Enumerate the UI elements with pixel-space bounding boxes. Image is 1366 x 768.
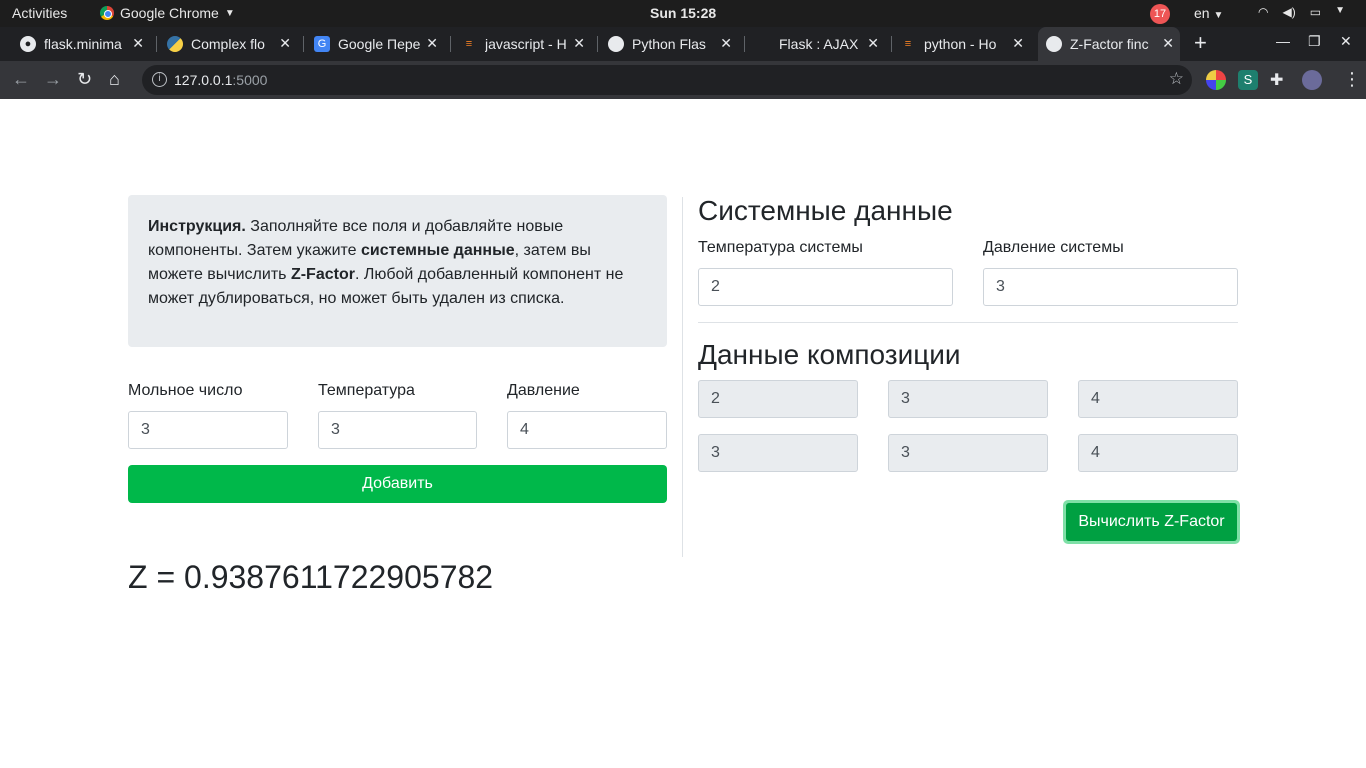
molar-input[interactable]: 3 bbox=[128, 411, 288, 449]
url-host: 127.0.0.1 bbox=[174, 72, 233, 88]
molar-label: Мольное число bbox=[128, 382, 243, 399]
clock[interactable]: Sun 15:28 bbox=[650, 5, 716, 21]
address-bar[interactable]: i 127.0.0.1:5000 ☆ bbox=[142, 65, 1192, 95]
composition-cell: 3 bbox=[888, 434, 1048, 472]
tab-strip: ● flask.minima ✕ Complex flo ✕ G Google … bbox=[0, 27, 1366, 61]
pressure-label: Давление bbox=[507, 382, 580, 399]
tab-python-flask[interactable]: Python Flas ✕ bbox=[608, 27, 738, 61]
composition-heading: Данные композиции bbox=[698, 339, 961, 370]
tab-python-how[interactable]: ≡ python - Ho ✕ bbox=[900, 27, 1030, 61]
notification-badge[interactable]: 17 bbox=[1150, 4, 1170, 24]
reload-icon[interactable]: ↻ bbox=[77, 69, 92, 90]
new-tab-icon[interactable]: + bbox=[1194, 30, 1207, 56]
temperature-label: Температура bbox=[318, 382, 415, 399]
system-temperature-label: Температура системы bbox=[698, 239, 863, 256]
instruction-lead: Инструкция. bbox=[148, 218, 246, 235]
tab-javascript[interactable]: ≡ javascript - H ✕ bbox=[461, 27, 591, 61]
tab-title: flask.minima bbox=[44, 36, 122, 52]
calculate-z-factor-button[interactable]: Вычислить Z-Factor bbox=[1063, 500, 1240, 544]
tab-title: python - Ho bbox=[924, 36, 997, 52]
pressure-input[interactable]: 4 bbox=[507, 411, 667, 449]
composition-cell: 3 bbox=[698, 434, 858, 472]
wifi-icon: ◠ bbox=[1258, 5, 1269, 19]
close-tab-icon[interactable]: ✕ bbox=[867, 35, 879, 52]
tab-flask-minimal[interactable]: ● flask.minima ✕ bbox=[20, 27, 150, 61]
app-menu-label: Google Chrome bbox=[120, 5, 219, 21]
tab-title: Z-Factor finc bbox=[1070, 36, 1149, 52]
close-tab-icon[interactable]: ✕ bbox=[1162, 35, 1174, 52]
tab-title: Google Пере bbox=[338, 36, 421, 52]
stackoverflow-icon: ≡ bbox=[465, 38, 473, 50]
close-tab-icon[interactable]: ✕ bbox=[279, 35, 291, 52]
instruction-bold-1: системные данные bbox=[361, 242, 515, 259]
back-icon[interactable]: ← bbox=[12, 69, 30, 90]
battery-icon: ▭ bbox=[1309, 5, 1322, 19]
calculate-button-label: Вычислить Z-Factor bbox=[1066, 503, 1237, 541]
add-component-button[interactable]: Добавить bbox=[128, 465, 667, 503]
browser-toolbar: ← → ↻ ⌂ i 127.0.0.1:5000 ☆ S ✚ ⋮ bbox=[0, 61, 1366, 99]
close-tab-icon[interactable]: ✕ bbox=[720, 35, 732, 52]
system-data-heading: Системные данные bbox=[698, 195, 953, 226]
tab-title: Flask : AJAX bbox=[779, 36, 859, 52]
activities-button[interactable]: Activities bbox=[12, 5, 67, 21]
os-top-bar: Activities Google Chrome ▼ Sun 15:28 17 … bbox=[0, 0, 1366, 27]
caret-down-icon: ▼ bbox=[224, 7, 235, 19]
home-icon[interactable]: ⌂ bbox=[109, 69, 120, 90]
caret-down-icon: ▼ bbox=[1335, 5, 1345, 16]
system-tray[interactable]: ◠ ◀) ▭ ▼ bbox=[1258, 5, 1345, 19]
temperature-input[interactable]: 3 bbox=[318, 411, 477, 449]
extensions-puzzle-icon[interactable]: ✚ bbox=[1270, 70, 1290, 90]
chrome-icon bbox=[100, 6, 114, 20]
tab-flask-ajax[interactable]: Flask : AJAX ✕ bbox=[755, 27, 885, 61]
globe-icon bbox=[1046, 36, 1062, 52]
restore-icon[interactable]: ❐ bbox=[1308, 33, 1321, 50]
profile-avatar[interactable] bbox=[1302, 70, 1322, 90]
section-divider bbox=[698, 322, 1238, 323]
google-translate-icon: G bbox=[314, 36, 330, 52]
forward-icon[interactable]: → bbox=[44, 69, 62, 90]
url-text: 127.0.0.1:5000 bbox=[174, 72, 267, 88]
close-window-icon[interactable]: ✕ bbox=[1340, 33, 1352, 50]
system-pressure-input[interactable]: 3 bbox=[983, 268, 1238, 306]
language-label: en bbox=[1194, 5, 1210, 21]
python-icon bbox=[167, 36, 183, 52]
tab-google-translate[interactable]: G Google Пере ✕ bbox=[314, 27, 444, 61]
volume-icon: ◀) bbox=[1282, 5, 1296, 19]
globe-icon bbox=[608, 36, 624, 52]
github-icon: ● bbox=[20, 36, 36, 52]
url-port: :5000 bbox=[232, 72, 268, 88]
caret-down-icon: ▼ bbox=[1213, 10, 1224, 21]
tab-title: javascript - H bbox=[485, 36, 567, 52]
tab-title: Python Flas bbox=[632, 36, 706, 52]
bookmark-star-icon[interactable]: ☆ bbox=[1169, 69, 1184, 89]
menu-dots-icon[interactable]: ⋮ bbox=[1343, 69, 1361, 90]
stackoverflow-icon: ≡ bbox=[904, 38, 912, 50]
instruction-bold-2: Z-Factor bbox=[290, 266, 355, 283]
site-info-icon[interactable]: i bbox=[152, 72, 167, 87]
composition-cell: 3 bbox=[888, 380, 1048, 418]
close-tab-icon[interactable]: ✕ bbox=[573, 35, 585, 52]
composition-cell: 4 bbox=[1078, 380, 1238, 418]
close-tab-icon[interactable]: ✕ bbox=[132, 35, 144, 52]
language-indicator[interactable]: en ▼ bbox=[1194, 5, 1223, 21]
z-factor-result: Z = 0.9387611722905782 bbox=[128, 559, 494, 595]
tab-complex-flow[interactable]: Complex flo ✕ bbox=[167, 27, 297, 61]
close-tab-icon[interactable]: ✕ bbox=[1012, 35, 1024, 52]
color-extension-icon[interactable] bbox=[1206, 70, 1226, 90]
composition-cell: 4 bbox=[1078, 434, 1238, 472]
system-pressure-label: Давление системы bbox=[983, 239, 1124, 256]
app-menu[interactable]: Google Chrome ▼ bbox=[100, 5, 235, 21]
tab-z-factor[interactable]: Z-Factor finc ✕ bbox=[1038, 27, 1180, 61]
tab-title: Complex flo bbox=[191, 36, 265, 52]
blank-icon bbox=[755, 36, 771, 52]
composition-cell: 2 bbox=[698, 380, 858, 418]
column-divider bbox=[682, 197, 683, 557]
system-temperature-input[interactable]: 2 bbox=[698, 268, 953, 306]
instruction-alert: Инструкция. Заполняйте все поля и добавл… bbox=[128, 195, 667, 347]
minimize-icon[interactable]: — bbox=[1276, 33, 1290, 49]
page-content: Инструкция. Заполняйте все поля и добавл… bbox=[0, 99, 1366, 768]
close-tab-icon[interactable]: ✕ bbox=[426, 35, 438, 52]
s-extension-icon[interactable]: S bbox=[1238, 70, 1258, 90]
